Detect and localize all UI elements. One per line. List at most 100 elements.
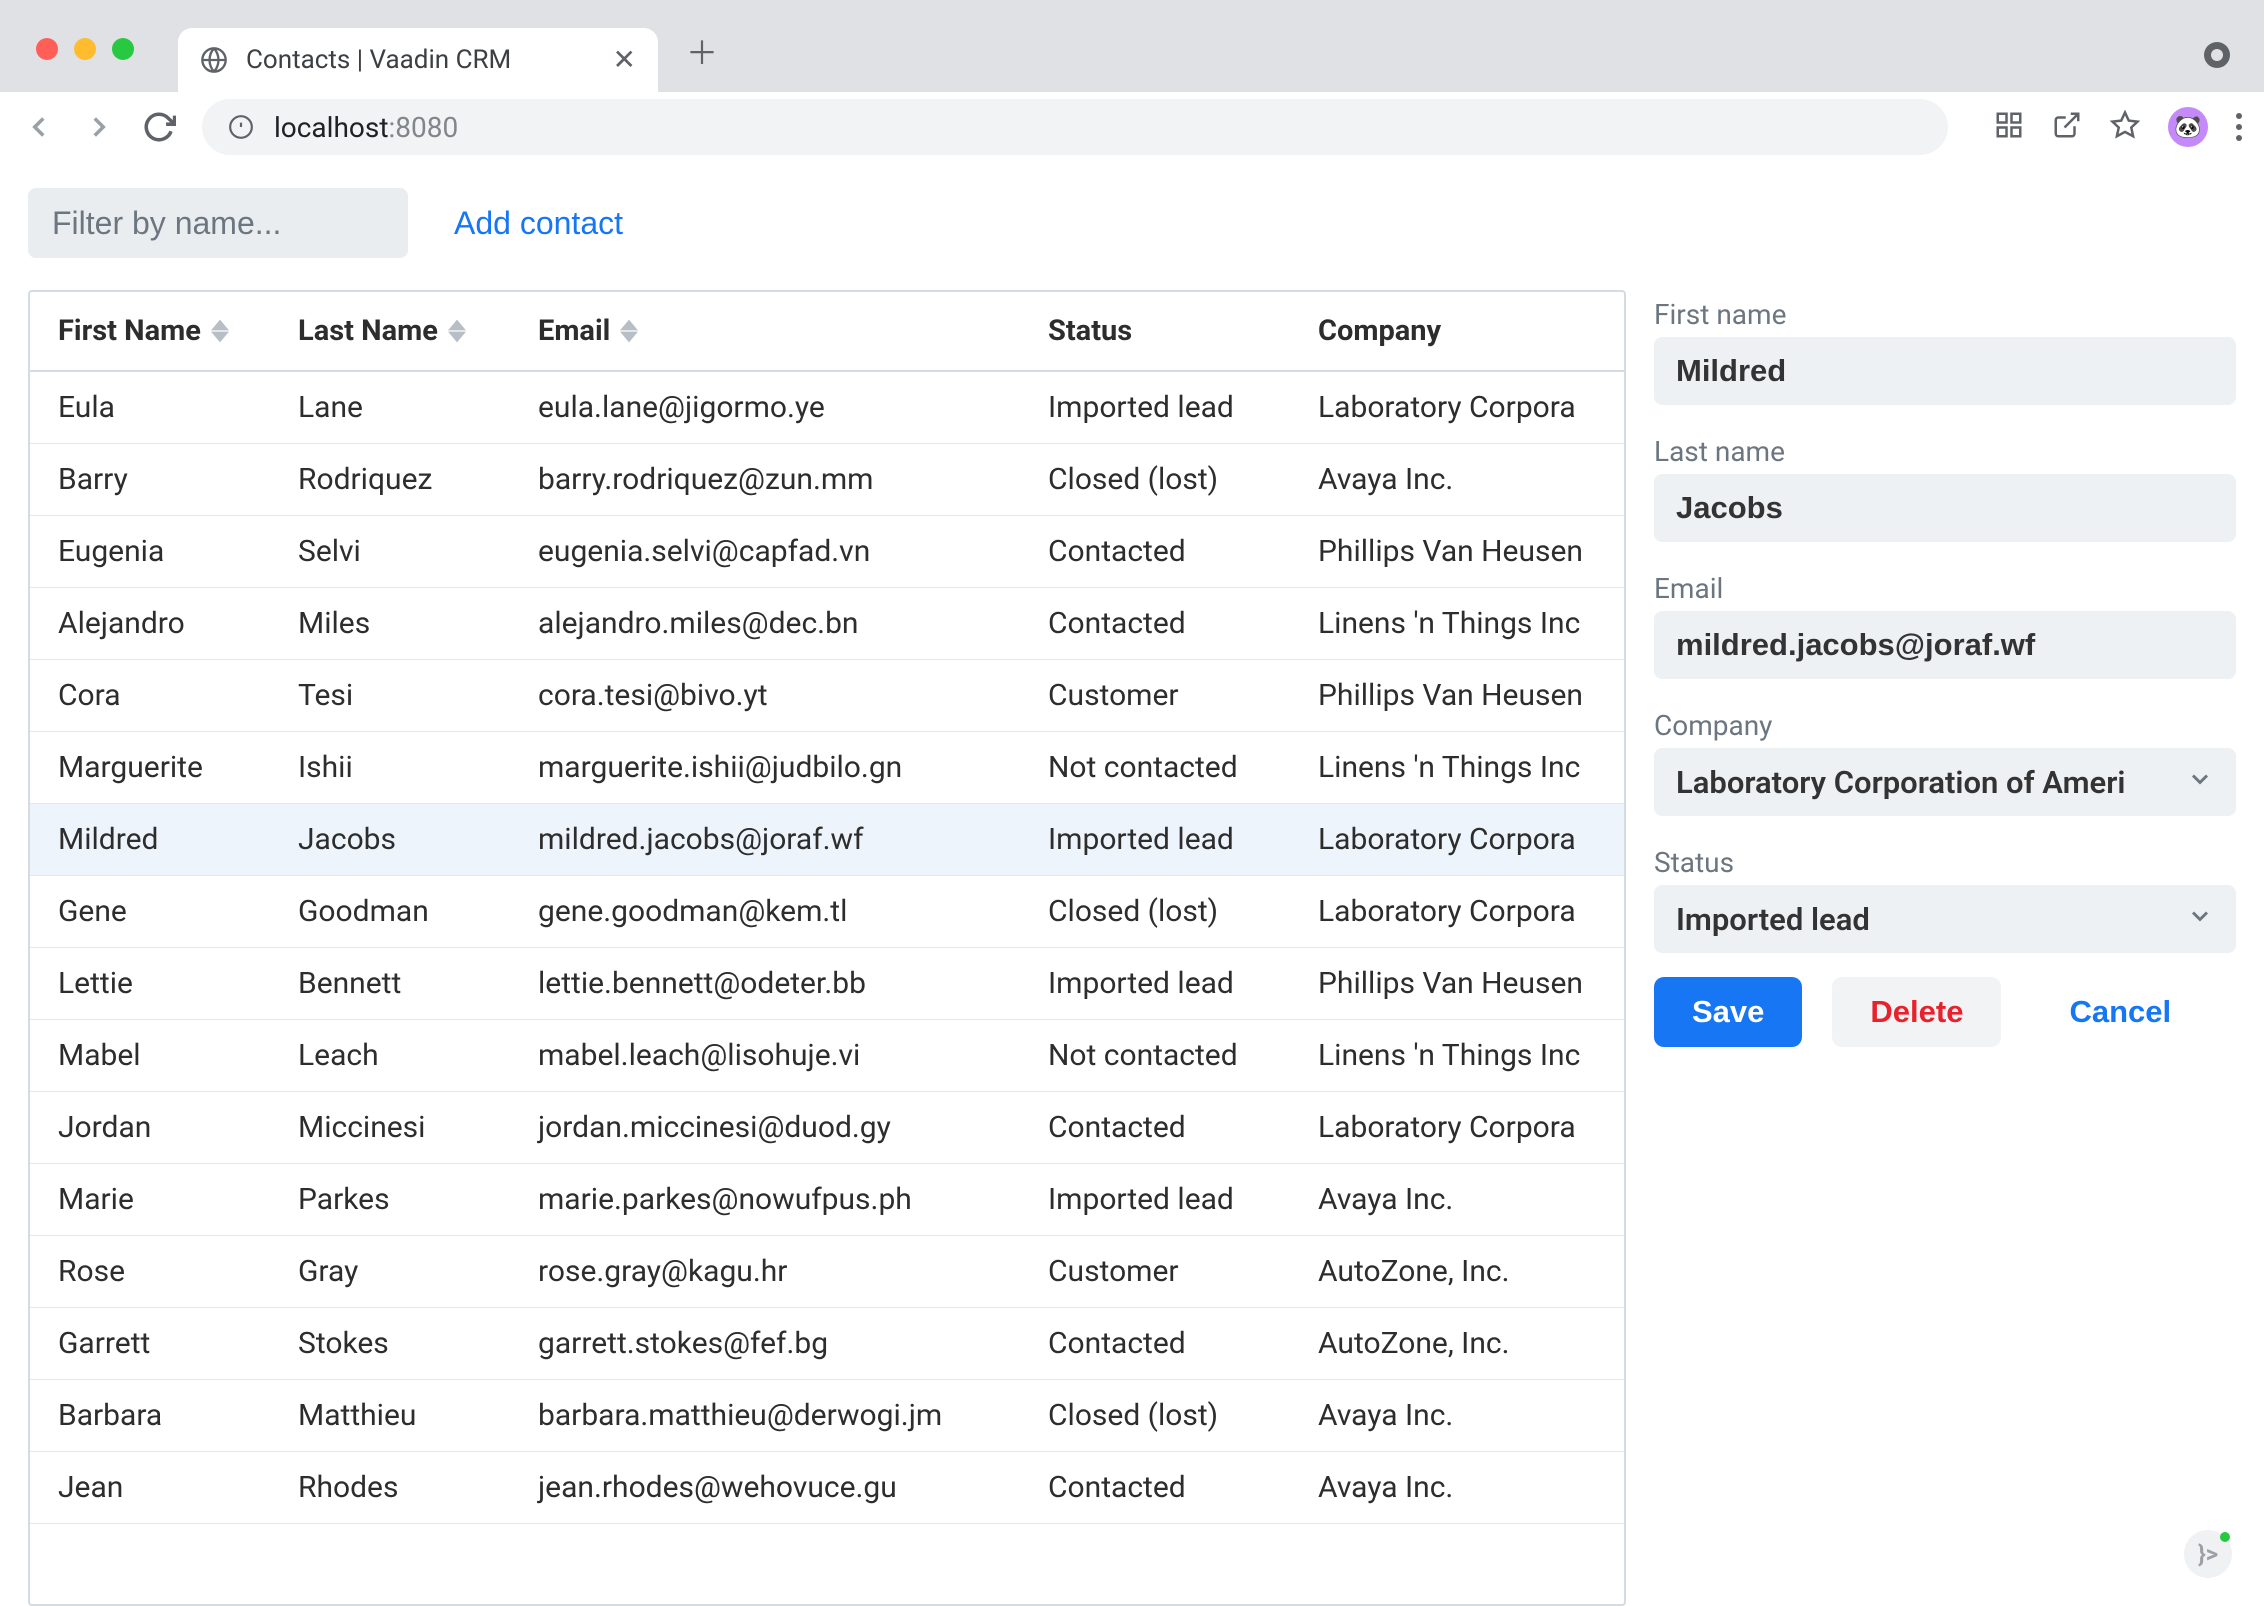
cell-status: Contacted — [1020, 1110, 1290, 1145]
col-email[interactable]: Email — [510, 292, 1020, 370]
cell-last: Rodriquez — [270, 462, 510, 497]
table-row[interactable]: LettieBennettlettie.bennett@odeter.bbImp… — [30, 948, 1624, 1020]
kebab-menu-icon[interactable] — [2236, 113, 2242, 141]
cancel-button[interactable]: Cancel — [2031, 977, 2209, 1047]
reload-icon[interactable] — [142, 110, 176, 144]
cell-status: Closed (lost) — [1020, 1398, 1290, 1433]
cell-status: Contacted — [1020, 1470, 1290, 1505]
table-row[interactable]: MarieParkesmarie.parkes@nowufpus.phImpor… — [30, 1164, 1624, 1236]
email-field[interactable] — [1654, 611, 2236, 679]
cell-email: jordan.miccinesi@duod.gy — [510, 1110, 1020, 1145]
save-button[interactable]: Save — [1654, 977, 1802, 1047]
new-tab-button[interactable]: ＋ — [686, 28, 718, 74]
cell-first: Jean — [30, 1470, 270, 1505]
cell-company: AutoZone, Inc. — [1290, 1254, 1624, 1289]
cell-first: Barry — [30, 462, 270, 497]
cell-company: Avaya Inc. — [1290, 462, 1624, 497]
label-first-name: First name — [1654, 298, 2236, 331]
vaadin-dev-badge[interactable]: }> — [2184, 1530, 2232, 1578]
cell-company: Linens 'n Things Inc — [1290, 606, 1624, 641]
col-company[interactable]: Company — [1290, 292, 1624, 370]
chrome-account-pill[interactable] — [2204, 42, 2230, 68]
cell-company: Laboratory Corpora — [1290, 822, 1624, 857]
table-row[interactable]: RoseGrayrose.gray@kagu.hrCustomerAutoZon… — [30, 1236, 1624, 1308]
cell-company: Phillips Van Heusen — [1290, 678, 1624, 713]
col-last-name[interactable]: Last Name — [270, 292, 510, 370]
delete-button[interactable]: Delete — [1832, 977, 2001, 1047]
col-first-name[interactable]: First Name — [30, 292, 270, 370]
contact-form: First name Last name Email Company Labor… — [1654, 290, 2236, 1606]
window-minimize-icon[interactable] — [74, 38, 96, 60]
contacts-table: First Name Last Name Email Status Compan… — [28, 290, 1626, 1606]
label-email: Email — [1654, 572, 2236, 605]
address-bar[interactable]: localhost:8080 — [202, 99, 1948, 155]
window-close-icon[interactable] — [36, 38, 58, 60]
sort-icon — [448, 319, 466, 343]
table-row[interactable]: GeneGoodmangene.goodman@kem.tlClosed (lo… — [30, 876, 1624, 948]
browser-tab[interactable]: Contacts | Vaadin CRM ✕ — [178, 28, 658, 92]
cell-last: Bennett — [270, 966, 510, 1001]
cell-last: Matthieu — [270, 1398, 510, 1433]
cell-status: Not contacted — [1020, 750, 1290, 785]
window-controls — [36, 38, 134, 60]
cell-status: Contacted — [1020, 606, 1290, 641]
table-row[interactable]: MildredJacobsmildred.jacobs@joraf.wfImpo… — [30, 804, 1624, 876]
forward-icon[interactable] — [82, 110, 116, 144]
filter-input[interactable] — [28, 188, 408, 258]
cell-company: Laboratory Corpora — [1290, 894, 1624, 929]
cell-first: Alejandro — [30, 606, 270, 641]
cell-first: Jordan — [30, 1110, 270, 1145]
extensions-icon[interactable] — [1994, 110, 2024, 144]
cell-status: Imported lead — [1020, 390, 1290, 425]
cell-first: Marguerite — [30, 750, 270, 785]
company-select[interactable]: Laboratory Corporation of Ameri — [1654, 748, 2236, 816]
url-host: localhost — [274, 111, 388, 144]
status-select[interactable]: Imported lead — [1654, 885, 2236, 953]
bookmark-star-icon[interactable] — [2110, 110, 2140, 144]
profile-avatar[interactable]: 🐼 — [2168, 107, 2208, 147]
cell-status: Closed (lost) — [1020, 894, 1290, 929]
table-row[interactable]: JeanRhodesjean.rhodes@wehovuce.guContact… — [30, 1452, 1624, 1524]
cell-status: Customer — [1020, 678, 1290, 713]
cell-email: marguerite.ishii@judbilo.gn — [510, 750, 1020, 785]
cell-email: mildred.jacobs@joraf.wf — [510, 822, 1020, 857]
cell-first: Mildred — [30, 822, 270, 857]
cell-company: Avaya Inc. — [1290, 1398, 1624, 1433]
cell-first: Cora — [30, 678, 270, 713]
globe-icon — [200, 46, 228, 74]
cell-email: barbara.matthieu@derwogi.jm — [510, 1398, 1020, 1433]
sort-icon — [211, 319, 229, 343]
table-row[interactable]: CoraTesicora.tesi@bivo.ytCustomerPhillip… — [30, 660, 1624, 732]
open-external-icon[interactable] — [2052, 110, 2082, 144]
table-row[interactable]: EugeniaSelvieugenia.selvi@capfad.vnConta… — [30, 516, 1624, 588]
table-row[interactable]: EulaLaneeula.lane@jigormo.yeImported lea… — [30, 372, 1624, 444]
table-row[interactable]: AlejandroMilesalejandro.miles@dec.bnCont… — [30, 588, 1624, 660]
cell-email: alejandro.miles@dec.bn — [510, 606, 1020, 641]
cell-status: Contacted — [1020, 1326, 1290, 1361]
label-company: Company — [1654, 709, 2236, 742]
table-row[interactable]: GarrettStokesgarrett.stokes@fef.bgContac… — [30, 1308, 1624, 1380]
window-zoom-icon[interactable] — [112, 38, 134, 60]
table-row[interactable]: JordanMiccinesijordan.miccinesi@duod.gyC… — [30, 1092, 1624, 1164]
first-name-field[interactable] — [1654, 337, 2236, 405]
cell-status: Imported lead — [1020, 1182, 1290, 1217]
col-status[interactable]: Status — [1020, 292, 1290, 370]
back-icon[interactable] — [22, 110, 56, 144]
cell-first: Eula — [30, 390, 270, 425]
tab-title: Contacts | Vaadin CRM — [246, 45, 595, 75]
add-contact-button[interactable]: Add contact — [454, 205, 623, 242]
cell-last: Selvi — [270, 534, 510, 569]
cell-first: Garrett — [30, 1326, 270, 1361]
table-row[interactable]: MargueriteIshiimarguerite.ishii@judbilo.… — [30, 732, 1624, 804]
table-row[interactable]: BarbaraMatthieubarbara.matthieu@derwogi.… — [30, 1380, 1624, 1452]
table-row[interactable]: BarryRodriquezbarry.rodriquez@zun.mmClos… — [30, 444, 1624, 516]
table-row[interactable]: MabelLeachmabel.leach@lisohuje.viNot con… — [30, 1020, 1624, 1092]
cell-last: Lane — [270, 390, 510, 425]
label-last-name: Last name — [1654, 435, 2236, 468]
tab-close-icon[interactable]: ✕ — [613, 46, 636, 74]
cell-first: Mabel — [30, 1038, 270, 1073]
cell-company: Avaya Inc. — [1290, 1182, 1624, 1217]
label-status: Status — [1654, 846, 2236, 879]
cell-last: Miccinesi — [270, 1110, 510, 1145]
last-name-field[interactable] — [1654, 474, 2236, 542]
